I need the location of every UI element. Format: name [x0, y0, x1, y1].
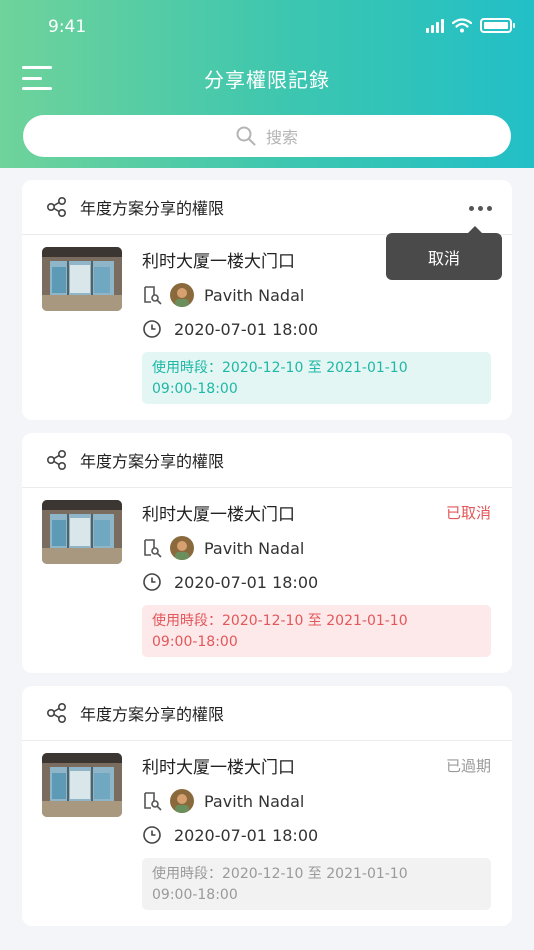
- search-input[interactable]: 搜索: [23, 115, 511, 157]
- status-badge: 已過期: [445, 757, 491, 775]
- user-row: Pavith Nadal: [142, 283, 304, 307]
- share-datetime: 2020-07-01 18:00: [174, 825, 319, 845]
- wifi-icon: [452, 18, 472, 33]
- search-icon: [236, 126, 256, 146]
- key-icon: [144, 792, 162, 811]
- key-icon: [144, 539, 162, 558]
- usage-period-line1: 使用時段：2020-12-10 至 2021-01-10: [152, 613, 408, 629]
- card-title: 年度方案分享的權限: [80, 199, 225, 218]
- time-row: 2020-07-01 18:00: [142, 319, 318, 339]
- user-row: Pavith Nadal: [142, 789, 304, 813]
- usage-period-line2: 09:00-18:00: [152, 634, 238, 650]
- card-header: 年度方案分享的權限: [22, 686, 512, 741]
- permission-card[interactable]: 年度方案分享的權限 利时大厦一楼大门口 已取消 Pavith Nadal 202…: [22, 433, 512, 673]
- clock-icon: [143, 826, 161, 844]
- search-placeholder: 搜索: [265, 128, 298, 147]
- avatar: [170, 789, 194, 813]
- location-thumbnail: [42, 753, 122, 817]
- user-name: Pavith Nadal: [204, 791, 305, 811]
- clock-icon: [143, 573, 161, 591]
- location-name: 利时大厦一楼大门口: [142, 758, 295, 778]
- status-time: 9:41: [48, 17, 87, 37]
- usage-period: 使用時段：2020-12-10 至 2021-01-10 09:00-18:00: [142, 605, 491, 657]
- share-datetime: 2020-07-01 18:00: [174, 572, 319, 592]
- status-icons: [426, 18, 515, 33]
- share-icon: [46, 702, 67, 724]
- card-title: 年度方案分享的權限: [80, 705, 225, 724]
- status-bar: 9:41: [0, 0, 534, 56]
- share-datetime: 2020-07-01 18:00: [174, 319, 319, 339]
- time-row: 2020-07-01 18:00: [142, 572, 318, 592]
- cancel-button[interactable]: 取消: [386, 226, 502, 280]
- location-thumbnail: [42, 500, 122, 564]
- clock-icon: [143, 320, 161, 338]
- key-icon: [144, 286, 162, 305]
- battery-icon: [480, 18, 515, 33]
- usage-period: 使用時段：2020-12-10 至 2021-01-10 09:00-18:00: [142, 858, 491, 910]
- usage-period-line2: 09:00-18:00: [152, 381, 238, 397]
- signal-icon: [426, 18, 444, 33]
- avatar: [170, 536, 194, 560]
- usage-period-line1: 使用時段：2020-12-10 至 2021-01-10: [152, 866, 408, 882]
- card-title: 年度方案分享的權限: [80, 452, 225, 471]
- share-icon: [46, 449, 67, 471]
- avatar: [170, 283, 194, 307]
- header: 9:41 分享權限記錄 搜索: [0, 0, 534, 168]
- page-title: 分享權限記錄: [204, 68, 330, 92]
- time-row: 2020-07-01 18:00: [142, 825, 318, 845]
- user-name: Pavith Nadal: [204, 285, 305, 305]
- card-body: 利时大厦一楼大门口 已過期 Pavith Nadal 2020-07-01 18…: [22, 741, 512, 925]
- location-thumbnail: [42, 247, 122, 311]
- location-name: 利时大厦一楼大门口: [142, 505, 295, 525]
- usage-period-line2: 09:00-18:00: [152, 887, 238, 903]
- usage-period: 使用時段：2020-12-10 至 2021-01-10 09:00-18:00: [142, 352, 491, 404]
- card-header: 年度方案分享的權限: [22, 180, 512, 235]
- location-name: 利时大厦一楼大门口: [142, 252, 295, 272]
- permission-card[interactable]: 年度方案分享的權限 利时大厦一楼大门口 Pavith Nadal 2020-07…: [22, 180, 512, 420]
- usage-period-line1: 使用時段：2020-12-10 至 2021-01-10: [152, 360, 408, 376]
- share-icon: [46, 196, 67, 218]
- permission-card[interactable]: 年度方案分享的權限 利时大厦一楼大门口 已過期 Pavith Nadal 202…: [22, 686, 512, 926]
- user-row: Pavith Nadal: [142, 536, 304, 560]
- user-name: Pavith Nadal: [204, 538, 305, 558]
- card-header: 年度方案分享的權限: [22, 433, 512, 488]
- more-icon[interactable]: [469, 206, 492, 211]
- card-body: 利时大厦一楼大门口 已取消 Pavith Nadal 2020-07-01 18…: [22, 488, 512, 672]
- status-badge: 已取消: [445, 504, 491, 522]
